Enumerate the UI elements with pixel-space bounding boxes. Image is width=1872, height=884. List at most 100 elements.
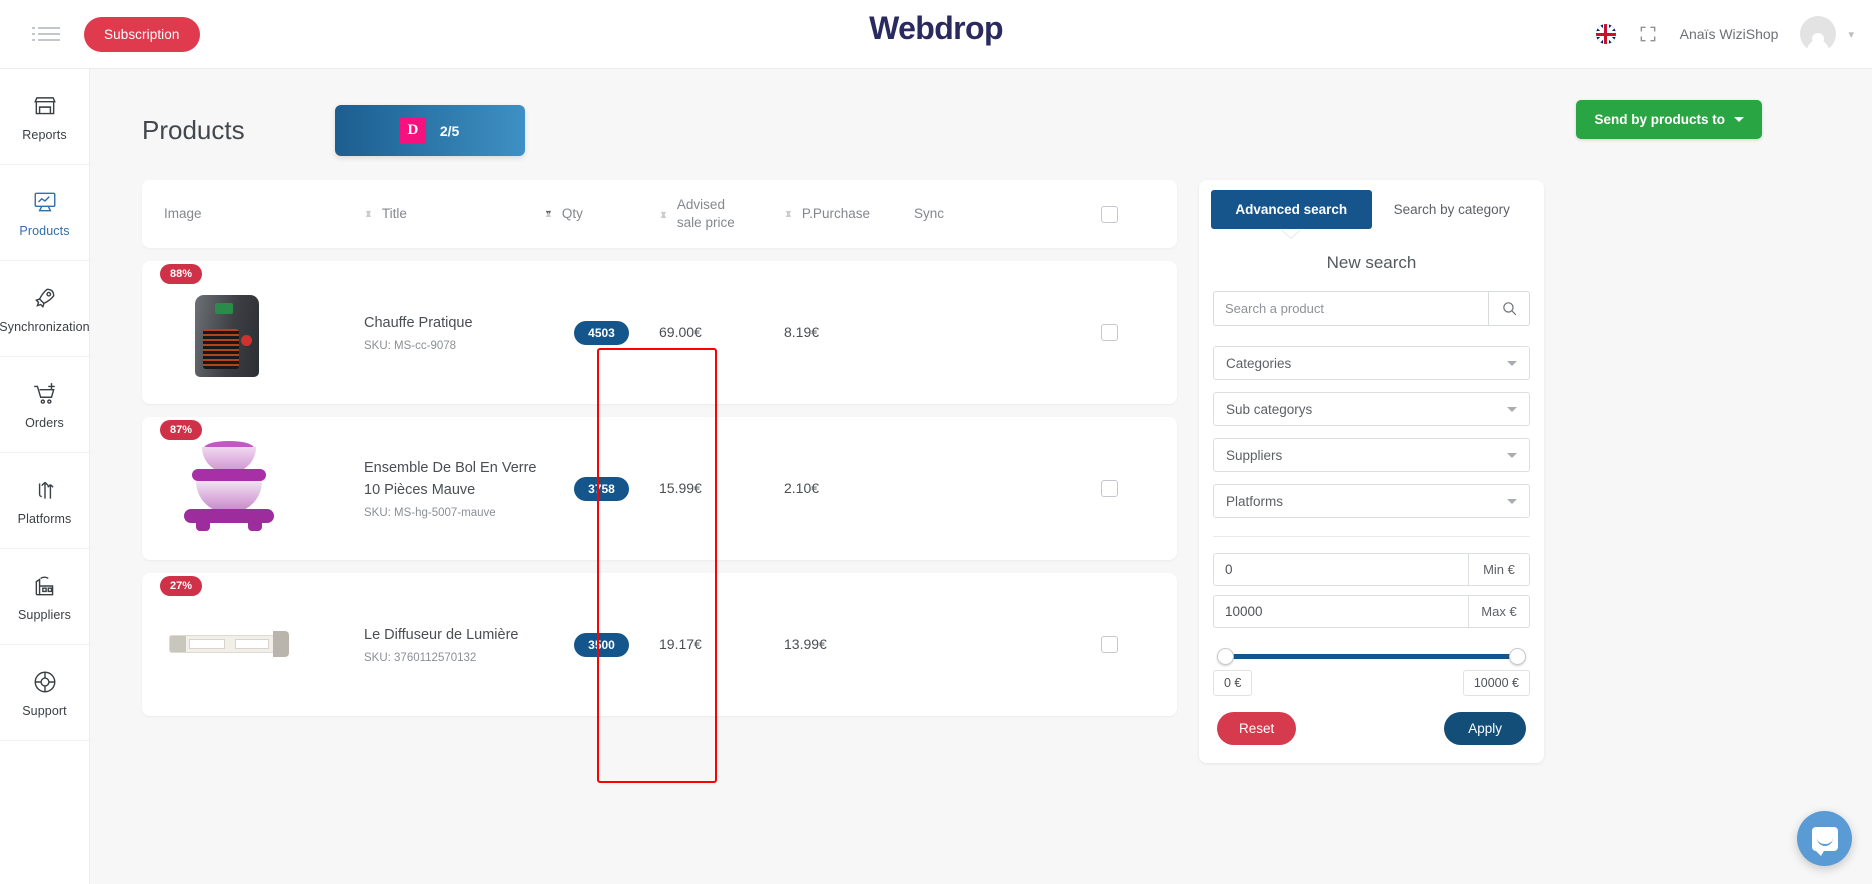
row-advised-price-cell: 69.00€ [659,323,702,340]
sort-icon[interactable]: ▼ ▲ [784,209,793,219]
filter-categories[interactable]: Categories [1213,346,1530,380]
column-header-qty[interactable]: ▼ ▲ Qty [544,205,659,223]
tab-search-by-category[interactable]: Search by category [1372,190,1533,229]
sort-icon[interactable]: ▼ ▲ [364,209,373,219]
table-header-row: Image ▼ ▲ Title ▼ ▲ Qty ▼ ▲ Advised sale pr… [142,180,1177,248]
credit-badge[interactable]: D 2/5 [334,105,525,156]
row-checkbox[interactable] [1100,480,1118,497]
column-header-sync: Sync [914,206,945,222]
search-button[interactable] [1488,291,1530,326]
page-title: Products [142,115,245,145]
sidebar-item-orders[interactable]: Orders [0,357,89,453]
page-header: Products D 2/5 Send by products to [90,69,1872,156]
sidebar-item-label: Products [19,224,70,238]
hamburger-icon[interactable] [32,27,60,41]
row-qty-cell: 4503 [544,320,659,345]
max-price-row: Max € [1213,595,1530,628]
row-checkbox[interactable] [1100,324,1118,341]
chevron-down-icon [1507,406,1517,412]
row-qty-cell: 3758 [544,476,659,501]
select-all-checkbox[interactable] [1100,205,1118,223]
product-title[interactable]: Le Diffuseur de Lumière [364,625,544,647]
glass-bowls-product-image [180,437,278,541]
search-panel: Advanced search Search by category New s… [1199,180,1544,763]
discount-badge: 27% [160,575,203,596]
send-by-products-to-button[interactable]: Send by products to [1576,100,1762,139]
row-purchase-price-cell: 8.19€ [784,323,820,340]
table-row[interactable]: 27% Le Diffuseur de Lumière SKU: 3760112… [142,573,1177,716]
row-advised-price-cell: 15.99€ [659,479,702,496]
filter-sub-categorys[interactable]: Sub categorys [1213,392,1530,426]
slider-max-label: 10000 € [1462,670,1530,696]
max-price-suffix: Max € [1468,595,1530,628]
column-header-purchase-price[interactable]: ▼ ▲ P.Purchase [784,205,914,223]
sidebar: Reports Products Synchronization Orders … [0,69,90,884]
row-select-cell [1054,480,1164,497]
product-sku: SKU: MS-hg-5007-mauve [364,507,496,520]
expand-icon[interactable] [1638,24,1658,44]
subscription-button[interactable]: Subscription [84,16,200,52]
filter-platforms[interactable]: Platforms [1213,484,1530,518]
chevron-down-icon [1507,452,1517,458]
chevron-down-icon[interactable]: ▾ [1848,28,1854,41]
filter-label: Categories [1226,355,1292,371]
uk-flag-icon[interactable] [1595,24,1616,44]
table-row[interactable]: 87% Ensemble De Bol En Verre 10 Pièces M… [142,417,1177,560]
filter-suppliers[interactable]: Suppliers [1213,438,1530,472]
min-price-row: Min € [1213,553,1530,586]
sidebar-item-label: Orders [25,416,64,430]
reset-button[interactable]: Reset [1217,712,1297,745]
product-search-row [1213,291,1530,326]
min-price-input[interactable] [1213,553,1468,586]
sidebar-item-platforms[interactable]: Platforms [0,453,89,549]
slider-handle-min[interactable] [1217,648,1234,665]
product-title[interactable]: Ensemble De Bol En Verre 10 Pièces Mauve [364,458,544,502]
filter-label: Suppliers [1226,447,1283,463]
row-purchase-price-cell: 2.10€ [784,479,820,496]
cart-plus-icon [28,379,62,409]
top-bar-right: Anaïs WiziShop ▾ [1595,16,1854,52]
apply-button[interactable]: Apply [1444,712,1526,745]
app-logo: Webdrop [869,10,1003,46]
product-sku: SKU: MS-cc-9078 [364,340,457,353]
chevron-down-icon [1507,360,1517,366]
sort-icon[interactable]: ▼ ▲ [659,209,668,219]
send-button-label: Send by products to [1594,112,1725,127]
monitor-chart-icon [28,187,62,217]
sidebar-item-suppliers[interactable]: Suppliers [0,549,89,645]
sort-icon[interactable]: ▼ ▲ [544,209,553,219]
chat-bubble-icon [1811,826,1838,856]
sidebar-item-products[interactable]: Products [0,165,89,261]
table-row[interactable]: 88% Chauffe Pratique SKU: MS-cc-9078 450… [142,261,1177,404]
column-header-advised-sale-price[interactable]: ▼ ▲ Advised sale price [659,196,784,231]
row-title-cell: Le Diffuseur de Lumière SKU: 37601125701… [364,625,544,665]
row-title-cell: Ensemble De Bol En Verre 10 Pièces Mauve… [364,458,544,520]
search-icon [1502,302,1516,316]
row-checkbox[interactable] [1100,636,1118,653]
product-title[interactable]: Chauffe Pratique [364,313,544,335]
column-header-image: Image [164,206,202,222]
slider-handle-max[interactable] [1509,648,1526,665]
sidebar-item-label: Suppliers [17,608,71,622]
dropshipping-d-icon: D [399,117,426,144]
sidebar-item-support[interactable]: Support [0,645,89,741]
column-header-title[interactable]: ▼ ▲ Title [364,205,544,223]
search-input[interactable] [1213,291,1488,326]
row-advised-price-cell: 19.17€ [659,635,702,652]
sidebar-item-synchronization[interactable]: Synchronization [0,261,90,357]
row-select-cell [1054,324,1164,341]
hamburger-lines [38,27,60,41]
column-header-select-all [1054,205,1164,223]
tab-advanced-search[interactable]: Advanced search [1211,190,1372,229]
hamburger-dots [32,27,35,41]
max-price-input[interactable] [1213,595,1468,628]
row-title-cell: Chauffe Pratique SKU: MS-cc-9078 [364,313,544,353]
sidebar-item-reports[interactable]: Reports [0,69,89,165]
user-name: Anaïs WiziShop [1679,26,1779,42]
panel-divider [1213,536,1530,537]
intercom-chat-button[interactable] [1797,811,1852,866]
panel-actions: Reset Apply [1217,712,1526,745]
avatar[interactable] [1800,16,1837,52]
discount-badge: 87% [160,419,203,440]
price-range-slider[interactable] [1217,648,1526,666]
